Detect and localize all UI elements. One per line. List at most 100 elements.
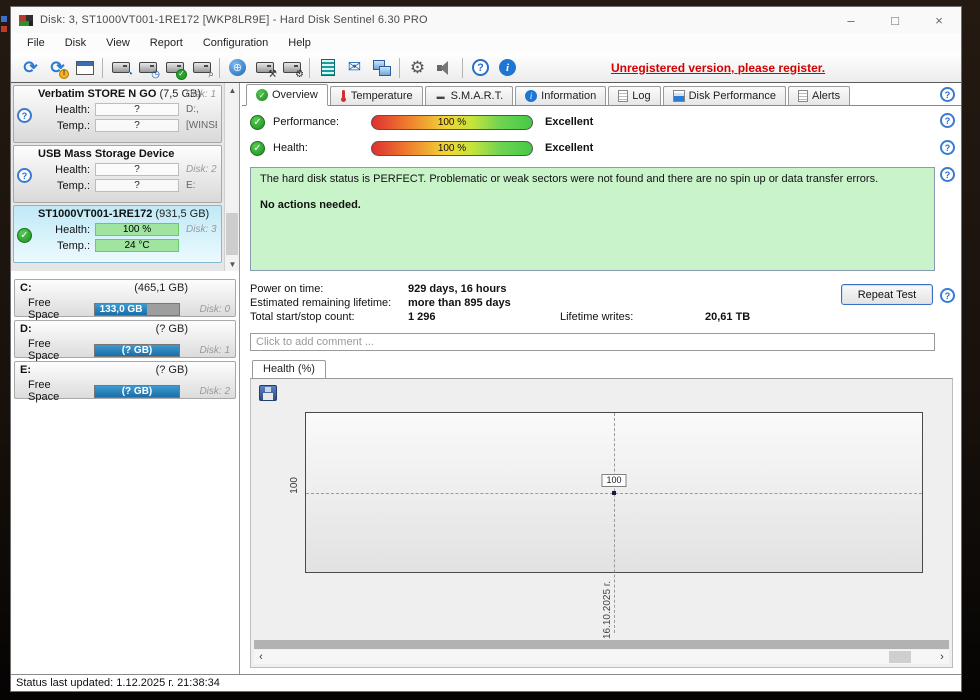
drive-letters: D:, bbox=[186, 104, 217, 115]
free-space-bar: (? GB) bbox=[94, 385, 180, 398]
chart-plot-area: 100 bbox=[305, 412, 923, 573]
help-context-icon[interactable]: ? bbox=[940, 113, 955, 128]
app-logo-icon bbox=[19, 15, 33, 26]
question-status-icon[interactable]: ? bbox=[17, 168, 32, 183]
disk-card-3-selected[interactable]: ST1000VT001-1RE172 (931,5 GB) ✓ Health:1… bbox=[13, 205, 222, 263]
data-point-label: 100 bbox=[601, 474, 626, 487]
status-action-text: No actions needed. bbox=[260, 199, 925, 211]
temp-bar: 24 °C bbox=[95, 239, 179, 252]
tab-temperature[interactable]: Temperature bbox=[330, 86, 423, 105]
scroll-left-icon[interactable]: ‹ bbox=[254, 650, 268, 664]
free-space-bar: (? GB) bbox=[94, 344, 180, 357]
unregistered-link[interactable]: Unregistered version, please register. bbox=[611, 61, 825, 75]
chart-body: 100 100 16.10.2025 г. ‹ › bbox=[250, 378, 953, 668]
y-axis-tick: 100 bbox=[289, 477, 300, 494]
writes-value: 20,61 TB bbox=[705, 311, 750, 323]
disk-repair-icon[interactable]: ⚙ bbox=[278, 55, 305, 81]
maximize-button[interactable]: □ bbox=[873, 7, 917, 33]
health-row: ✓ Health: 100 % Excellent bbox=[250, 138, 935, 158]
disk-number-label: Disk: 2 bbox=[199, 386, 230, 397]
x-axis-tick: 16.10.2025 г. bbox=[602, 581, 613, 639]
document-icon bbox=[618, 90, 628, 102]
sounds-icon[interactable] bbox=[431, 55, 458, 81]
tab-smart[interactable]: ▬S.M.A.R.T. bbox=[425, 86, 514, 105]
help-icon[interactable]: ? bbox=[467, 55, 494, 81]
disk-ok-icon[interactable]: ✓ bbox=[161, 55, 188, 81]
gridline-vertical bbox=[614, 413, 615, 633]
health-bar: 100 % bbox=[95, 223, 179, 236]
help-context-icon[interactable]: ? bbox=[940, 87, 955, 102]
scrollbar-thumb[interactable] bbox=[226, 213, 238, 255]
tab-alerts[interactable]: Alerts bbox=[788, 86, 850, 105]
stats-block: Power on time:929 days, 16 hours Estimat… bbox=[250, 282, 935, 324]
disk-number-label: Disk: 1 bbox=[185, 89, 216, 100]
menu-view[interactable]: View bbox=[96, 35, 140, 51]
settings-gear-icon[interactable]: ⚙ bbox=[404, 55, 431, 81]
network-icon[interactable] bbox=[368, 55, 395, 81]
toolbar-separator bbox=[399, 58, 400, 78]
help-context-icon[interactable]: ? bbox=[940, 288, 955, 303]
repeat-test-button[interactable]: Repeat Test bbox=[841, 284, 933, 305]
disk-clock-icon[interactable]: ◔ bbox=[107, 55, 134, 81]
chart-footer-bar bbox=[254, 640, 949, 649]
disk-search-icon[interactable]: ⌕ bbox=[188, 55, 215, 81]
scroll-up-icon[interactable]: ▲ bbox=[225, 83, 240, 97]
menu-help[interactable]: Help bbox=[278, 35, 321, 51]
partition-card-d[interactable]: D:(? GB) Free Space (? GB) Disk: 1 bbox=[14, 320, 236, 358]
refresh-warning-icon[interactable]: ⟳! bbox=[44, 55, 71, 81]
mail-icon[interactable]: ✉ bbox=[341, 55, 368, 81]
performance-row: ✓ Performance: 100 % Excellent bbox=[250, 112, 935, 132]
health-chart-panel: Health (%) 100 100 16.10.2025 г. ‹ bbox=[250, 359, 953, 668]
menu-report[interactable]: Report bbox=[140, 35, 193, 51]
temp-value: ? bbox=[95, 119, 179, 132]
help-context-icon[interactable]: ? bbox=[940, 140, 955, 155]
partition-card-c[interactable]: C:(465,1 GB) Free Space 133,0 GB Disk: 0 bbox=[14, 279, 236, 317]
disk-list: Verbatim STORE N GO (7,5 GB) Disk: 1 ? H… bbox=[11, 83, 239, 271]
startstop-value: 1 296 bbox=[408, 311, 560, 323]
tab-information[interactable]: iInformation bbox=[515, 86, 606, 105]
partition-list: C:(465,1 GB) Free Space 133,0 GB Disk: 0… bbox=[11, 271, 239, 399]
toolbar-separator bbox=[219, 58, 220, 78]
status-last-updated: Status last updated: 1.12.2025 г. 21:38:… bbox=[16, 677, 220, 689]
minimize-button[interactable]: – bbox=[829, 7, 873, 33]
menu-file[interactable]: File bbox=[17, 35, 55, 51]
partition-card-e[interactable]: E:(? GB) Free Space (? GB) Disk: 2 bbox=[14, 361, 236, 399]
title-bar[interactable]: Disk: 3, ST1000VT001-1RE172 [WKP8LR9E] -… bbox=[11, 7, 961, 33]
report-icon[interactable] bbox=[71, 55, 98, 81]
app-window: Disk: 3, ST1000VT001-1RE172 [WKP8LR9E] -… bbox=[10, 6, 962, 692]
scrollbar-thumb[interactable] bbox=[889, 651, 911, 663]
performance-rating: Excellent bbox=[545, 116, 593, 128]
save-chart-icon[interactable] bbox=[259, 385, 277, 401]
lifetime-value: more than 895 days bbox=[408, 297, 560, 309]
scroll-right-icon[interactable]: › bbox=[935, 650, 949, 664]
disk-tools-icon[interactable]: ⚒ bbox=[251, 55, 278, 81]
status-text-box: The hard disk status is PERFECT. Problem… bbox=[250, 167, 935, 271]
close-button[interactable]: × bbox=[917, 7, 961, 33]
menu-disk[interactable]: Disk bbox=[55, 35, 96, 51]
ok-status-icon: ✓ bbox=[250, 141, 265, 156]
disk-list-scrollbar[interactable]: ▲ ▼ bbox=[224, 83, 239, 271]
disk-card-2[interactable]: USB Mass Storage Device ? Health:?Disk: … bbox=[13, 145, 222, 203]
chart-tab-health[interactable]: Health (%) bbox=[252, 360, 326, 378]
refresh-icon[interactable]: ⟳ bbox=[17, 55, 44, 81]
question-status-icon[interactable]: ? bbox=[17, 108, 32, 123]
tab-overview[interactable]: ✓Overview bbox=[246, 84, 328, 106]
desktop-fragment bbox=[1, 26, 7, 32]
help-context-icon[interactable]: ? bbox=[940, 167, 955, 182]
toolbar: ⟳ ⟳! ◔ ◷ ✓ ⌕ ⊕ ⚒ ⚙ ✉ ⚙ ? i Unregistered … bbox=[11, 53, 961, 83]
disk-number-label: Disk: 1 bbox=[199, 345, 230, 356]
power-on-value: 929 days, 16 hours bbox=[408, 283, 560, 295]
tab-bar: ✓Overview Temperature ▬S.M.A.R.T. iInfor… bbox=[242, 83, 961, 106]
log-notes-icon[interactable] bbox=[314, 55, 341, 81]
tab-log[interactable]: Log bbox=[608, 86, 660, 105]
info-icon[interactable]: i bbox=[494, 55, 521, 81]
network-disk-icon[interactable]: ⊕ bbox=[224, 55, 251, 81]
disk-schedule-icon[interactable]: ◷ bbox=[134, 55, 161, 81]
sidebar: Verbatim STORE N GO (7,5 GB) Disk: 1 ? H… bbox=[11, 83, 240, 674]
comment-input[interactable] bbox=[250, 333, 935, 351]
scroll-down-icon[interactable]: ▼ bbox=[225, 257, 240, 271]
menu-configuration[interactable]: Configuration bbox=[193, 35, 278, 51]
tab-disk-performance[interactable]: Disk Performance bbox=[663, 86, 786, 105]
chart-scrollbar[interactable]: ‹ › bbox=[254, 650, 949, 664]
disk-card-1[interactable]: Verbatim STORE N GO (7,5 GB) Disk: 1 ? H… bbox=[13, 85, 222, 143]
